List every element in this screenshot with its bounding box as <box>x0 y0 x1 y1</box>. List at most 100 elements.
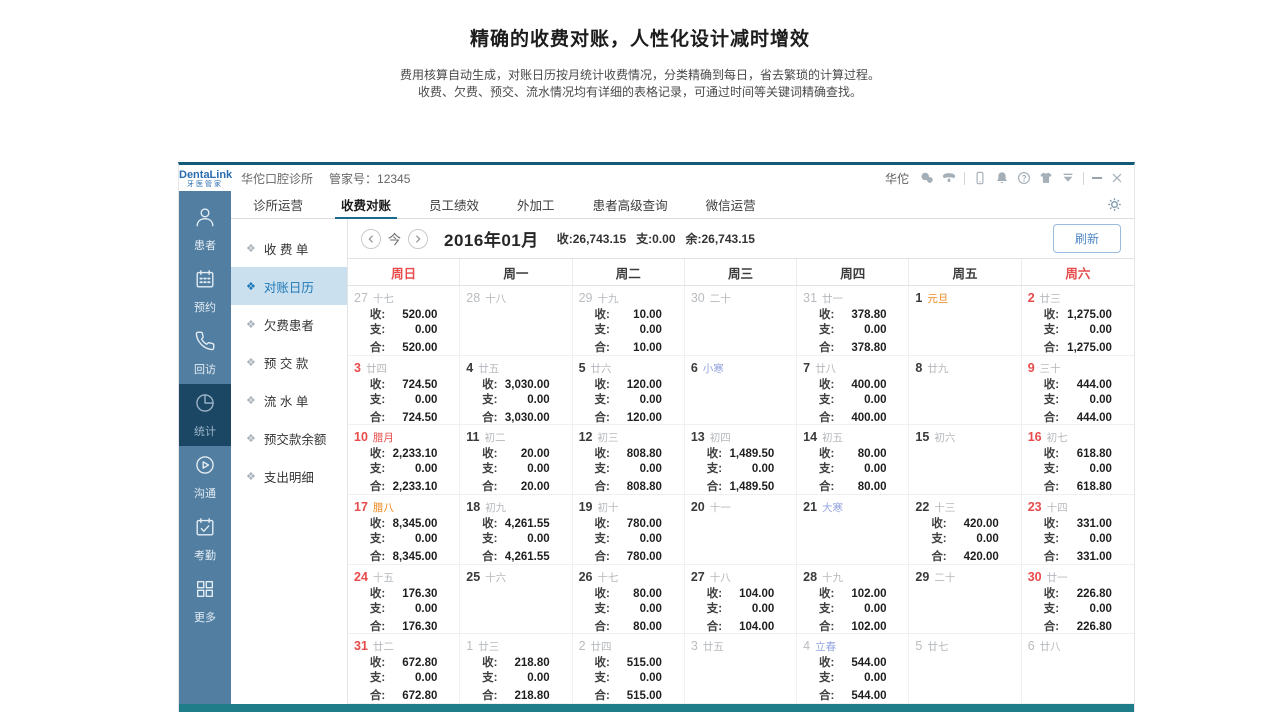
calendar-day-cell[interactable]: 1廿三收:218.80支:0.00合:218.80 <box>460 634 572 704</box>
prev-month-button[interactable] <box>361 229 381 249</box>
day-header: 31廿一 <box>803 289 902 307</box>
main-tab[interactable]: 员工绩效 <box>423 191 485 218</box>
sidebar-item[interactable]: 沟通 <box>179 446 231 508</box>
sidebar-item[interactable]: 预约 <box>179 260 231 322</box>
calendar-day-cell[interactable]: 30廿一收:226.80支:0.00合:226.80 <box>1022 565 1134 635</box>
amount-label: 支: <box>370 532 385 547</box>
day-lunar-label: 廿九 <box>927 363 948 375</box>
calendar-day-cell[interactable]: 29十九收:10.00支:0.00合:10.00 <box>573 286 685 356</box>
submenu-item[interactable]: ❖支出明细 <box>231 457 347 495</box>
calendar-day-cell[interactable]: 25十六 <box>460 565 572 635</box>
bell-icon[interactable] <box>995 171 1009 185</box>
calendar-day-cell[interactable]: 30二十 <box>685 286 797 356</box>
theme-icon[interactable] <box>1039 171 1053 185</box>
sidebar-item[interactable]: 回访 <box>179 322 231 384</box>
close-icon[interactable] <box>1110 171 1124 185</box>
submenu-item[interactable]: ❖流 水 单 <box>231 381 347 419</box>
calendar-day-cell[interactable]: 12初三收:808.80支:0.00合:808.80 <box>573 425 685 495</box>
main-tab[interactable]: 患者高级查询 <box>587 191 674 218</box>
caret-down-icon[interactable] <box>1061 171 1075 185</box>
day-number: 2 <box>579 639 586 653</box>
amount-label: 支: <box>707 462 722 477</box>
calendar-day-cell[interactable]: 21大寒 <box>797 495 909 565</box>
amount-label: 合: <box>370 411 385 426</box>
calendar-day-cell[interactable]: 5廿六收:120.00支:0.00合:120.00 <box>573 356 685 426</box>
submenu-item[interactable]: ❖收 费 单 <box>231 229 347 267</box>
calendar-day-cell[interactable]: 13初四收:1,489.50支:0.00合:1,489.50 <box>685 425 797 495</box>
calendar-day-cell[interactable]: 31廿一收:378.80支:0.00合:378.80 <box>797 286 909 356</box>
calendar-day-cell[interactable]: 29二十 <box>909 565 1021 635</box>
calendar-day-cell[interactable]: 1元旦 <box>909 286 1021 356</box>
calendar-day-cell[interactable]: 31廿二收:672.80支:0.00合:672.80 <box>348 634 460 704</box>
main-tab[interactable]: 外加工 <box>511 191 561 218</box>
calendar-day-cell[interactable]: 17腊八收:8,345.00支:0.00合:8,345.00 <box>348 495 460 565</box>
calendar-day-cell[interactable]: 26十七收:80.00支:0.00合:80.00 <box>573 565 685 635</box>
calendar-day-cell[interactable]: 7廿八收:400.00支:0.00合:400.00 <box>797 356 909 426</box>
sidebar-item[interactable]: 更多 <box>179 570 231 632</box>
next-month-button[interactable] <box>408 229 428 249</box>
calendar-day-cell[interactable]: 20十一 <box>685 495 797 565</box>
sidebar-item[interactable]: 统计 <box>179 384 231 446</box>
calendar-day-cell[interactable]: 22十三收:420.00支:0.00合:420.00 <box>909 495 1021 565</box>
calendar-day-cell[interactable]: 2廿三收:1,275.00支:0.00合:1,275.00 <box>1022 286 1134 356</box>
calendar-day-cell[interactable]: 18初九收:4,261.55支:0.00合:4,261.55 <box>460 495 572 565</box>
diamond-icon: ❖ <box>246 242 256 255</box>
calendar-day-cell[interactable]: 5廿七 <box>909 634 1021 704</box>
day-income-row: 收:544.00 <box>819 656 887 671</box>
submenu-item[interactable]: ❖预 交 款 <box>231 343 347 381</box>
calendar-day-cell[interactable]: 3廿五 <box>685 634 797 704</box>
day-expense-row: 支:0.00 <box>931 532 999 547</box>
calendar-day-cell[interactable]: 28十八 <box>460 286 572 356</box>
calendar-day-cell[interactable]: 6廿八 <box>1022 634 1134 704</box>
summary-expense: 支:0.00 <box>636 230 675 247</box>
amount-label: 支: <box>1044 532 1059 547</box>
amount-label: 收: <box>1044 378 1059 393</box>
sidebar-item[interactable]: 患者 <box>179 198 231 260</box>
refresh-button[interactable]: 刷新 <box>1053 224 1121 253</box>
calendar-day-cell[interactable]: 3廿四收:724.50支:0.00合:724.50 <box>348 356 460 426</box>
calendar-day-cell[interactable]: 16初七收:618.80支:0.00合:618.80 <box>1022 425 1134 495</box>
calendar-day-cell[interactable]: 15初六 <box>909 425 1021 495</box>
submenu-item[interactable]: ❖预交款余额 <box>231 419 347 457</box>
day-expense-row: 支:0.00 <box>1044 393 1112 408</box>
help-icon[interactable] <box>1017 171 1031 185</box>
day-number: 30 <box>691 291 705 305</box>
amount-value: 0.00 <box>640 671 662 686</box>
day-header: 1廿三 <box>466 637 565 655</box>
main-tab[interactable]: 收费对账 <box>335 191 397 218</box>
day-number: 9 <box>1028 361 1035 375</box>
calendar-day-cell[interactable]: 10腊月收:2,233.10支:0.00合:2,233.10 <box>348 425 460 495</box>
mobile-icon[interactable] <box>973 171 987 185</box>
amount-value: 0.00 <box>752 462 774 477</box>
gear-icon[interactable] <box>1107 197 1122 212</box>
calendar-day-cell[interactable]: 4廿五收:3,030.00支:0.00合:3,030.00 <box>460 356 572 426</box>
amount-label: 合: <box>594 411 609 426</box>
sidebar-item[interactable]: 考勤 <box>179 508 231 570</box>
minimize-icon[interactable] <box>1092 177 1102 179</box>
calendar-day-cell[interactable]: 27十七收:520.00支:0.00合:520.00 <box>348 286 460 356</box>
calendar-day-cell[interactable]: 11初二收:20.00支:0.00合:20.00 <box>460 425 572 495</box>
main-tab[interactable]: 微信运营 <box>700 191 762 218</box>
calendar-day-cell[interactable]: 9三十收:444.00支:0.00合:444.00 <box>1022 356 1134 426</box>
main-tab[interactable]: 诊所运营 <box>247 191 309 218</box>
calendar-day-cell[interactable]: 19初十收:780.00支:0.00合:780.00 <box>573 495 685 565</box>
calendar-day-cell[interactable]: 8廿九 <box>909 356 1021 426</box>
submenu-item[interactable]: ❖对账日历 <box>231 267 347 305</box>
calendar-day-cell[interactable]: 4立春收:544.00支:0.00合:544.00 <box>797 634 909 704</box>
amount-label: 收: <box>370 447 385 462</box>
amount-label: 收: <box>1044 517 1059 532</box>
calendar-day-cell[interactable]: 2廿四收:515.00支:0.00合:515.00 <box>573 634 685 704</box>
amount-label: 支: <box>819 462 834 477</box>
calendar-day-cell[interactable]: 6小寒 <box>685 356 797 426</box>
wechat-icon[interactable] <box>920 171 934 185</box>
amount-label: 支: <box>594 393 609 408</box>
today-button[interactable]: 今 <box>388 229 401 248</box>
submenu-item[interactable]: ❖欠费患者 <box>231 305 347 343</box>
phone-icon[interactable] <box>942 171 956 185</box>
calendar-day-cell[interactable]: 23十四收:331.00支:0.00合:331.00 <box>1022 495 1134 565</box>
calendar-day-cell[interactable]: 14初五收:80.00支:0.00合:80.00 <box>797 425 909 495</box>
calendar-day-cell[interactable]: 28十九收:102.00支:0.00合:102.00 <box>797 565 909 635</box>
calendar-day-cell[interactable]: 27十八收:104.00支:0.00合:104.00 <box>685 565 797 635</box>
day-header: 3廿五 <box>691 637 790 655</box>
calendar-day-cell[interactable]: 24十五收:176.30支:0.00合:176.30 <box>348 565 460 635</box>
